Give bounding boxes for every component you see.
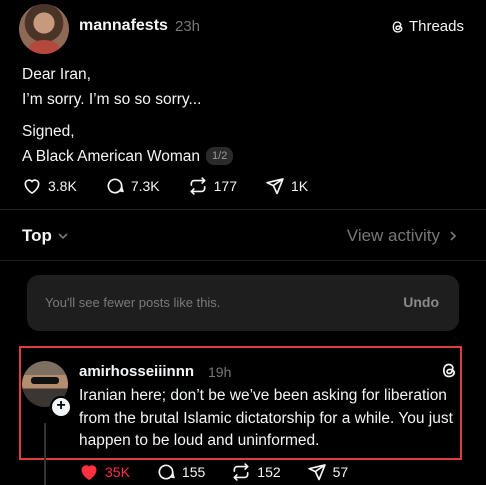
view-activity-link[interactable]: View activity — [347, 226, 458, 246]
share-icon — [266, 178, 284, 195]
follow-plus-icon[interactable]: + — [50, 396, 72, 418]
heart-icon — [24, 179, 40, 195]
like-count: 35K — [105, 464, 130, 480]
repost-button[interactable]: 177 — [188, 176, 237, 196]
chevron-right-icon — [450, 231, 457, 241]
share-count: 57 — [332, 464, 349, 480]
post-text-line: I’m sorry. I’m so so sorry... — [22, 91, 202, 108]
repost-icon — [233, 463, 249, 481]
reply-actions: 35K 155 152 57 — [79, 462, 374, 482]
divider — [0, 260, 486, 261]
post-actions: 3.8K 7.3K 177 1K — [22, 176, 336, 196]
repost-button[interactable]: 152 — [231, 462, 281, 482]
comment-icon — [158, 464, 175, 480]
threads-logo-icon — [392, 20, 403, 33]
post-text-line: A Black American Woman 1/2 — [22, 146, 234, 168]
like-button[interactable]: 3.8K — [22, 176, 77, 196]
share-icon — [307, 464, 326, 481]
threads-link-label: Threads — [408, 18, 464, 35]
view-activity-label: View activity — [346, 226, 440, 245]
reply-button[interactable]: 155 — [156, 462, 205, 482]
thread-line — [44, 423, 46, 485]
chevron-down-icon — [58, 233, 68, 240]
avatar[interactable] — [19, 4, 69, 54]
reply-count: 7.3K — [130, 178, 160, 194]
reply-count: 155 — [181, 464, 206, 480]
repost-count: 152 — [257, 464, 281, 480]
share-count: 1K — [290, 178, 309, 194]
comment-icon — [107, 178, 124, 194]
post-text-line-content: A Black American Woman — [22, 148, 201, 165]
hidden-post-notice: You'll see fewer posts like this. Undo — [27, 275, 459, 331]
threads-logo-icon[interactable] — [441, 362, 458, 379]
sort-dropdown[interactable]: Top — [22, 226, 69, 246]
post-timestamp: 23h — [175, 18, 201, 35]
page-badge: 1/2 — [206, 147, 234, 165]
undo-button[interactable]: Undo — [403, 294, 439, 310]
post-text-line: Dear Iran, — [22, 66, 91, 83]
post-text-line: Signed, — [22, 123, 75, 140]
repost-icon — [190, 177, 206, 195]
post-username[interactable]: mannafests — [79, 17, 168, 35]
share-button[interactable]: 57 — [307, 462, 349, 482]
threads-link[interactable]: Threads — [391, 18, 464, 35]
reply-timestamp: 19h — [208, 364, 232, 380]
notice-text: You'll see fewer posts like this. — [45, 295, 221, 310]
reply-button[interactable]: 7.3K — [105, 176, 160, 196]
divider — [0, 209, 486, 210]
sort-label: Top — [22, 226, 52, 245]
share-button[interactable]: 1K — [265, 176, 308, 196]
repost-count: 177 — [213, 178, 237, 194]
reply-username[interactable]: amirhosseiiinnn — [79, 363, 194, 380]
reply-text: Iranian here; don’t be we’ve been asking… — [79, 387, 453, 449]
like-count: 3.8K — [48, 178, 77, 194]
like-button[interactable]: 35K — [79, 462, 130, 482]
heart-icon — [81, 465, 97, 481]
